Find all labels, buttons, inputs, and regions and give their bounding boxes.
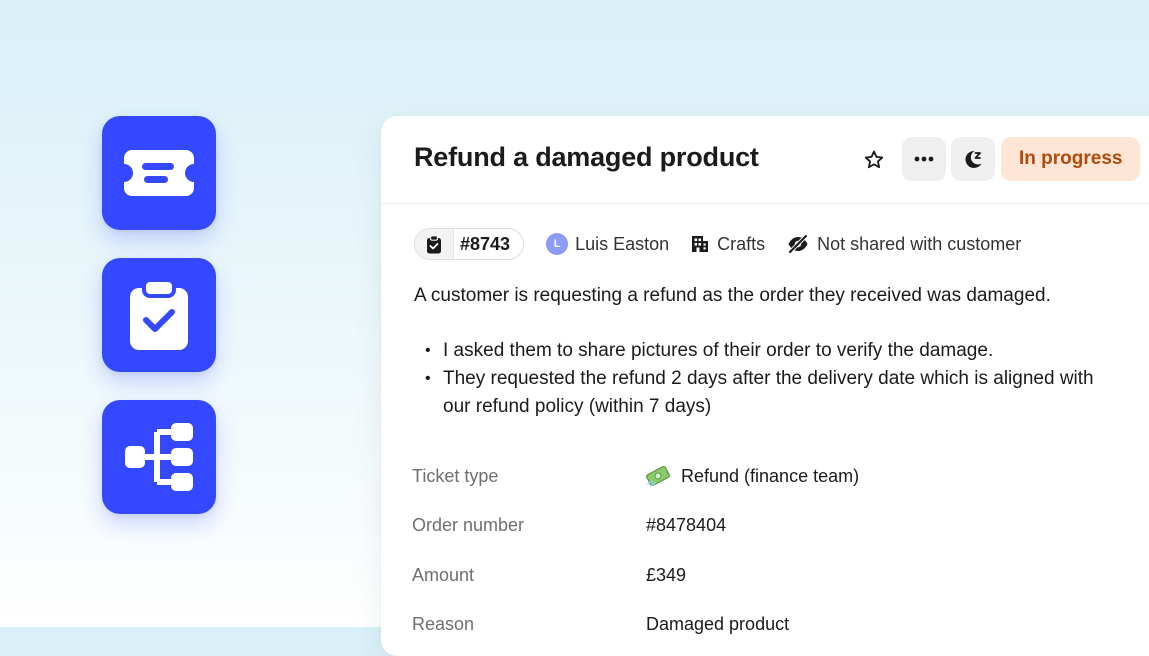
- snooze-button[interactable]: [951, 137, 995, 181]
- attribute-label: Ticket type: [412, 465, 499, 486]
- ticket-id: #8743: [460, 233, 511, 254]
- list-item: I asked them to share pictures of their …: [421, 337, 1121, 365]
- money-icon: [646, 465, 670, 487]
- team[interactable]: Crafts: [691, 234, 765, 255]
- star-button[interactable]: [859, 145, 889, 175]
- reason-value[interactable]: Damaged product: [646, 614, 789, 635]
- ticket-description: A customer is requesting a refund as the…: [414, 285, 1051, 306]
- ticket-title: Refund a damaged product: [414, 142, 759, 172]
- attribute-label: Order number: [412, 514, 525, 535]
- building-icon: [692, 236, 709, 252]
- visibility-label: Not shared with customer: [817, 233, 1022, 254]
- attribute-label: Reason: [412, 613, 475, 634]
- ticket-notes: I asked them to share pictures of their …: [421, 337, 1121, 421]
- eye-off-icon: [788, 235, 809, 253]
- clipboard-check-icon: [427, 234, 441, 253]
- attribute-label: Amount: [412, 564, 475, 585]
- ticket-header: Refund a damaged product In progress: [381, 116, 1149, 204]
- attribute-row-amount: Amount £349: [412, 560, 1112, 590]
- ticket-card: Refund a damaged product In progress #87…: [381, 116, 1149, 656]
- snooze-moon-icon: [965, 150, 982, 168]
- workflow-tree-icon: [125, 423, 193, 491]
- ticket-meta-row: #8743 L Luis Easton Crafts Not shared wi…: [414, 228, 1021, 260]
- assignee-name: Luis Easton: [575, 233, 670, 254]
- assignee[interactable]: L Luis Easton: [546, 233, 669, 255]
- more-dots-icon: [914, 156, 934, 162]
- avatar: L: [546, 233, 569, 255]
- attribute-row-ticket-type: Ticket type Refund (finance team): [412, 461, 1112, 491]
- star-icon: [864, 150, 884, 169]
- clipboard-check-icon: [130, 278, 188, 350]
- status-badge[interactable]: In progress: [1001, 137, 1141, 181]
- ticket-id-chip[interactable]: #8743: [414, 228, 525, 260]
- ticket-chip-icon-wrap: [415, 229, 454, 259]
- workflow-feature-tile: [102, 400, 216, 514]
- ticket-type-value: Refund (finance team): [681, 465, 860, 486]
- order-number-value[interactable]: #8478404: [646, 515, 726, 536]
- attribute-row-order-number: Order number #8478404: [412, 510, 1112, 540]
- more-options-button[interactable]: [902, 137, 946, 181]
- attribute-value[interactable]: Refund (finance team): [646, 465, 859, 487]
- ticket-icon: [124, 150, 194, 196]
- amount-value[interactable]: £349: [646, 565, 686, 586]
- team-name: Crafts: [717, 233, 766, 254]
- visibility[interactable]: Not shared with customer: [787, 234, 1021, 255]
- attribute-row-reason: Reason Damaged product: [412, 609, 1112, 639]
- clipboard-feature-tile: [102, 258, 216, 372]
- list-item: They requested the refund 2 days after t…: [421, 365, 1121, 421]
- ticket-feature-tile: [102, 116, 216, 230]
